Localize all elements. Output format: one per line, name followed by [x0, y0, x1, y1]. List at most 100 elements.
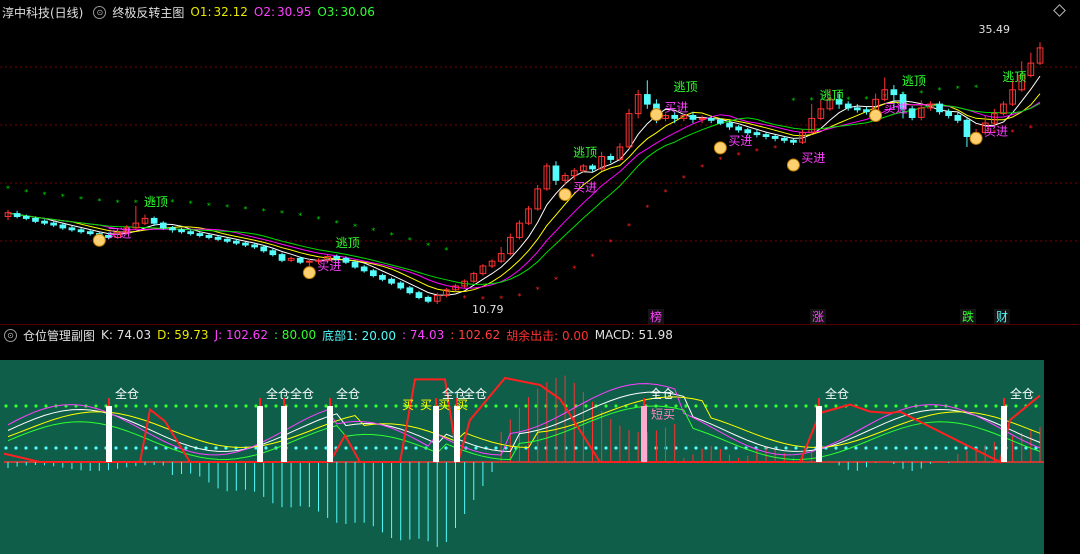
position-management-chart[interactable]: 全仓 全仓 全仓 全仓 全仓全仓 全仓 全仓 全仓短买买买买买: [0, 346, 1080, 554]
candle: [223, 238, 231, 242]
full-position-label: 全仓: [115, 386, 139, 401]
money-bag-icon: [869, 109, 883, 123]
trend-star: *: [24, 188, 28, 197]
level-20-dot: [624, 446, 628, 450]
candlestick-chart[interactable]: * * * * * * * * * * * * * * * * * * * * * * * * * * * * * * * * * * * * * * * *…: [0, 22, 1080, 326]
trend-star: *: [61, 193, 65, 202]
sub-chart-background: [0, 360, 1044, 554]
level-20-dot: [614, 446, 618, 450]
level-80-dot: [794, 404, 798, 408]
short-buy-label: 短买: [651, 408, 675, 422]
level80-value: : 80.00: [273, 328, 317, 342]
level-80-dot: [994, 404, 998, 408]
low-price-label: 10.79: [472, 303, 504, 316]
level-20-dot: [294, 446, 298, 450]
level-20-dot: [694, 446, 698, 450]
level-80-dot: [114, 404, 118, 408]
candle: [159, 222, 167, 229]
level-20-dot: [534, 446, 538, 450]
level-80-dot: [194, 404, 198, 408]
level-80-dot: [604, 404, 608, 408]
o2-label: O2:: [253, 5, 275, 19]
level-20-dot: [994, 446, 998, 450]
full-position-label: 全仓: [1010, 386, 1034, 401]
main-indicator-name[interactable]: 终极反转主图: [112, 4, 184, 21]
candle: [844, 103, 852, 109]
candle: [260, 246, 268, 252]
level-80-dot: [364, 404, 368, 408]
short-buy-bar: [641, 406, 647, 462]
indicator-settings-icon[interactable]: ⊙: [93, 5, 107, 19]
level-20-dot: [904, 446, 908, 450]
level-80-dot: [524, 404, 528, 408]
candle: [671, 115, 679, 119]
level-80-dot: [964, 404, 968, 408]
candle: [589, 165, 596, 170]
level-20-dot: [864, 446, 868, 450]
candle: [59, 224, 67, 229]
level-80-dot: [774, 404, 778, 408]
high-price-label: 35.49: [979, 23, 1011, 36]
money-bag-icon: [302, 266, 316, 280]
level-80-dot: [4, 404, 8, 408]
level-80-dot: [784, 404, 788, 408]
candle: [351, 261, 359, 268]
level-20-dot: [384, 446, 388, 450]
level-80-dot: [694, 404, 698, 408]
level-20-dot: [474, 446, 478, 450]
sub-indicator-settings-icon[interactable]: ⊙: [4, 328, 17, 342]
bottom-value: 底部1: 20.00: [322, 328, 397, 343]
level-80-dot: [24, 404, 28, 408]
candle: [963, 119, 971, 138]
buy-marker-label: 买: [420, 398, 432, 412]
candle: [689, 115, 697, 120]
level-20-dot: [414, 446, 418, 450]
candle: [296, 257, 304, 263]
candle: [790, 139, 797, 143]
level-20-dot: [4, 446, 8, 450]
candle: [77, 229, 85, 233]
sub-indicator-name[interactable]: 仓位管理副图: [23, 327, 95, 344]
level-20-dot: [314, 446, 318, 450]
o1-label: O1:: [190, 5, 212, 19]
trend-star: *: [170, 198, 174, 207]
buy-signal-label: 买进: [728, 134, 752, 148]
escape-signal-label: 逃顶: [144, 195, 168, 209]
candle: [707, 117, 715, 121]
level-20-dot: [94, 446, 98, 450]
candle: [196, 233, 204, 237]
trend-star: *: [664, 188, 668, 197]
level-20-dot: [594, 446, 598, 450]
full-position-label: 全仓: [266, 386, 290, 401]
level-80-dot: [614, 404, 618, 408]
candle: [22, 216, 30, 219]
o2-value: 30.95: [277, 5, 312, 19]
level-80-dot: [144, 404, 148, 408]
escape-signal-label: 逃顶: [1002, 70, 1026, 84]
trend-star: *: [956, 84, 960, 93]
level-20-dot: [124, 446, 128, 450]
level-80-dot: [764, 404, 768, 408]
trend-star: *: [554, 275, 558, 284]
ma-line-yellow: [7, 93, 1041, 293]
stock-name[interactable]: 淳中科技(日线): [2, 4, 83, 21]
level-80-dot: [204, 404, 208, 408]
level-80-dot: [224, 404, 228, 408]
level-20-dot: [204, 446, 208, 450]
trend-star: *: [791, 97, 795, 106]
trend-star: *: [810, 96, 814, 105]
level-80-dot: [494, 404, 498, 408]
level-80-dot: [1014, 404, 1018, 408]
level-20-dot: [494, 446, 498, 450]
level-80-dot: [904, 404, 908, 408]
level-80-dot: [314, 404, 318, 408]
level-80-dot: [514, 404, 518, 408]
candle: [251, 244, 259, 248]
candle: [954, 115, 962, 121]
candle: [717, 119, 724, 124]
buy-signal-label: 买进: [884, 102, 908, 116]
d-value: D: 59.73: [157, 328, 209, 342]
level-20-dot: [734, 446, 738, 450]
event-marker: 跌: [962, 309, 974, 324]
candle: [50, 222, 57, 226]
